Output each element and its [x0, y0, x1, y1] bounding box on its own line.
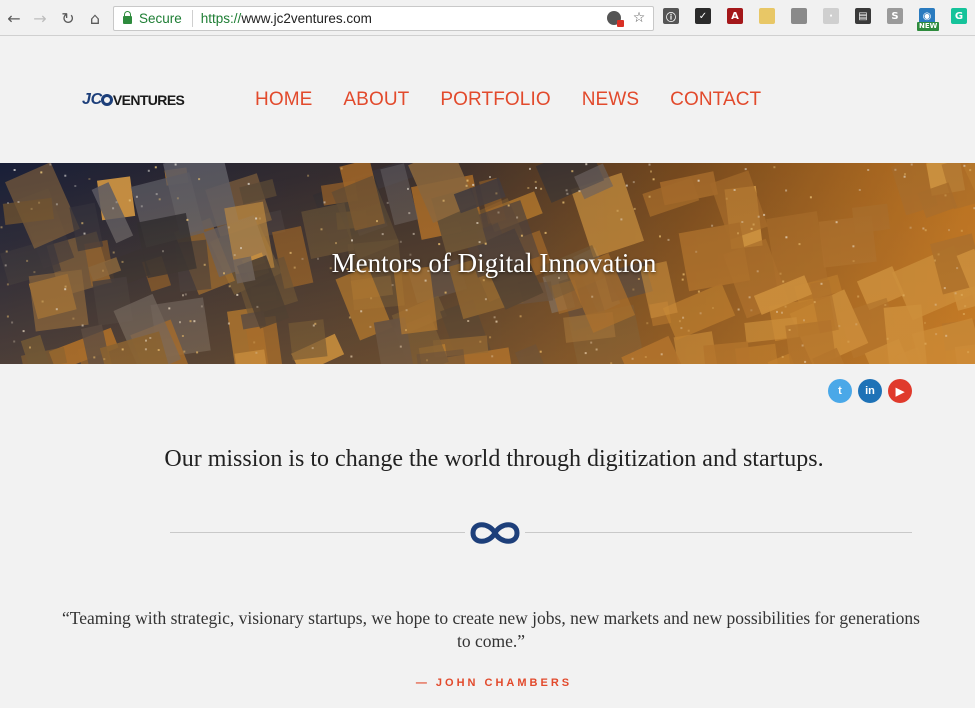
- globe-extension-icon[interactable]: ◉ NEW: [917, 8, 940, 31]
- film-extension-icon[interactable]: ▤: [855, 8, 871, 24]
- nav-home[interactable]: HOME: [255, 89, 312, 111]
- social-links: t in ▶: [828, 379, 918, 403]
- address-bar[interactable]: Secure https://www.jc2ventures.com ☆: [113, 6, 654, 31]
- forward-icon[interactable]: →: [28, 6, 52, 30]
- url-scheme: https://: [200, 11, 242, 26]
- new-badge: NEW: [917, 22, 940, 31]
- notes-extension-icon[interactable]: [759, 8, 775, 24]
- twitter-icon[interactable]: t: [828, 379, 852, 403]
- todoist-extension-icon[interactable]: ✓: [695, 8, 711, 24]
- adblock-extension-icon[interactable]: ⓘ: [663, 8, 679, 24]
- grammarly-extension-icon[interactable]: G: [951, 8, 967, 24]
- nav-contact[interactable]: CONTACT: [670, 89, 761, 111]
- site-logo[interactable]: JC VENTURES: [82, 91, 185, 109]
- lock-icon: [123, 11, 132, 24]
- omnibox-divider: [191, 10, 193, 27]
- logo-ring-icon: [100, 94, 113, 106]
- linkedin-icon[interactable]: in: [858, 379, 882, 403]
- browser-toolbar: ← → ↻ ⌂ Secure https://www.jc2ventures.c…: [0, 0, 975, 36]
- main-navigation: HOME ABOUT PORTFOLIO NEWS CONTACT: [255, 89, 792, 111]
- s-extension-icon[interactable]: S: [887, 8, 903, 24]
- translate-icon[interactable]: [607, 11, 624, 27]
- extensions-bar: ⓘ ✓ A · ▤ S ◉ NEW G: [663, 8, 975, 31]
- pocket-extension-icon[interactable]: [791, 8, 807, 24]
- logo-ventures-text: VENTURES: [112, 92, 185, 108]
- hero-title: Mentors of Digital Innovation: [331, 248, 657, 278]
- home-icon[interactable]: ⌂: [83, 6, 107, 30]
- mission-statement: Our mission is to change the world throu…: [164, 446, 824, 472]
- infinity-logo-icon: [465, 513, 525, 553]
- reload-icon[interactable]: ↻: [56, 6, 80, 30]
- dots-extension-icon[interactable]: ·: [823, 8, 839, 24]
- quote-attribution: — JOHN CHAMBERS: [415, 677, 573, 689]
- url-host: www.jc2ventures.com: [241, 11, 372, 26]
- section-divider: [170, 532, 912, 533]
- nav-portfolio[interactable]: PORTFOLIO: [440, 89, 550, 111]
- nav-news[interactable]: NEWS: [582, 89, 639, 111]
- quote-text: “Teaming with strategic, visionary start…: [62, 608, 920, 651]
- youtube-icon[interactable]: ▶: [888, 379, 912, 403]
- acrobat-extension-icon[interactable]: A: [727, 8, 743, 24]
- nav-about[interactable]: ABOUT: [343, 89, 409, 111]
- bookmark-star-icon[interactable]: ☆: [631, 10, 647, 26]
- secure-label: Secure: [139, 11, 182, 26]
- back-icon[interactable]: ←: [2, 6, 26, 30]
- logo-jc-text: JC: [82, 91, 102, 108]
- hero-banner: Mentors of Digital Innovation: [0, 163, 975, 364]
